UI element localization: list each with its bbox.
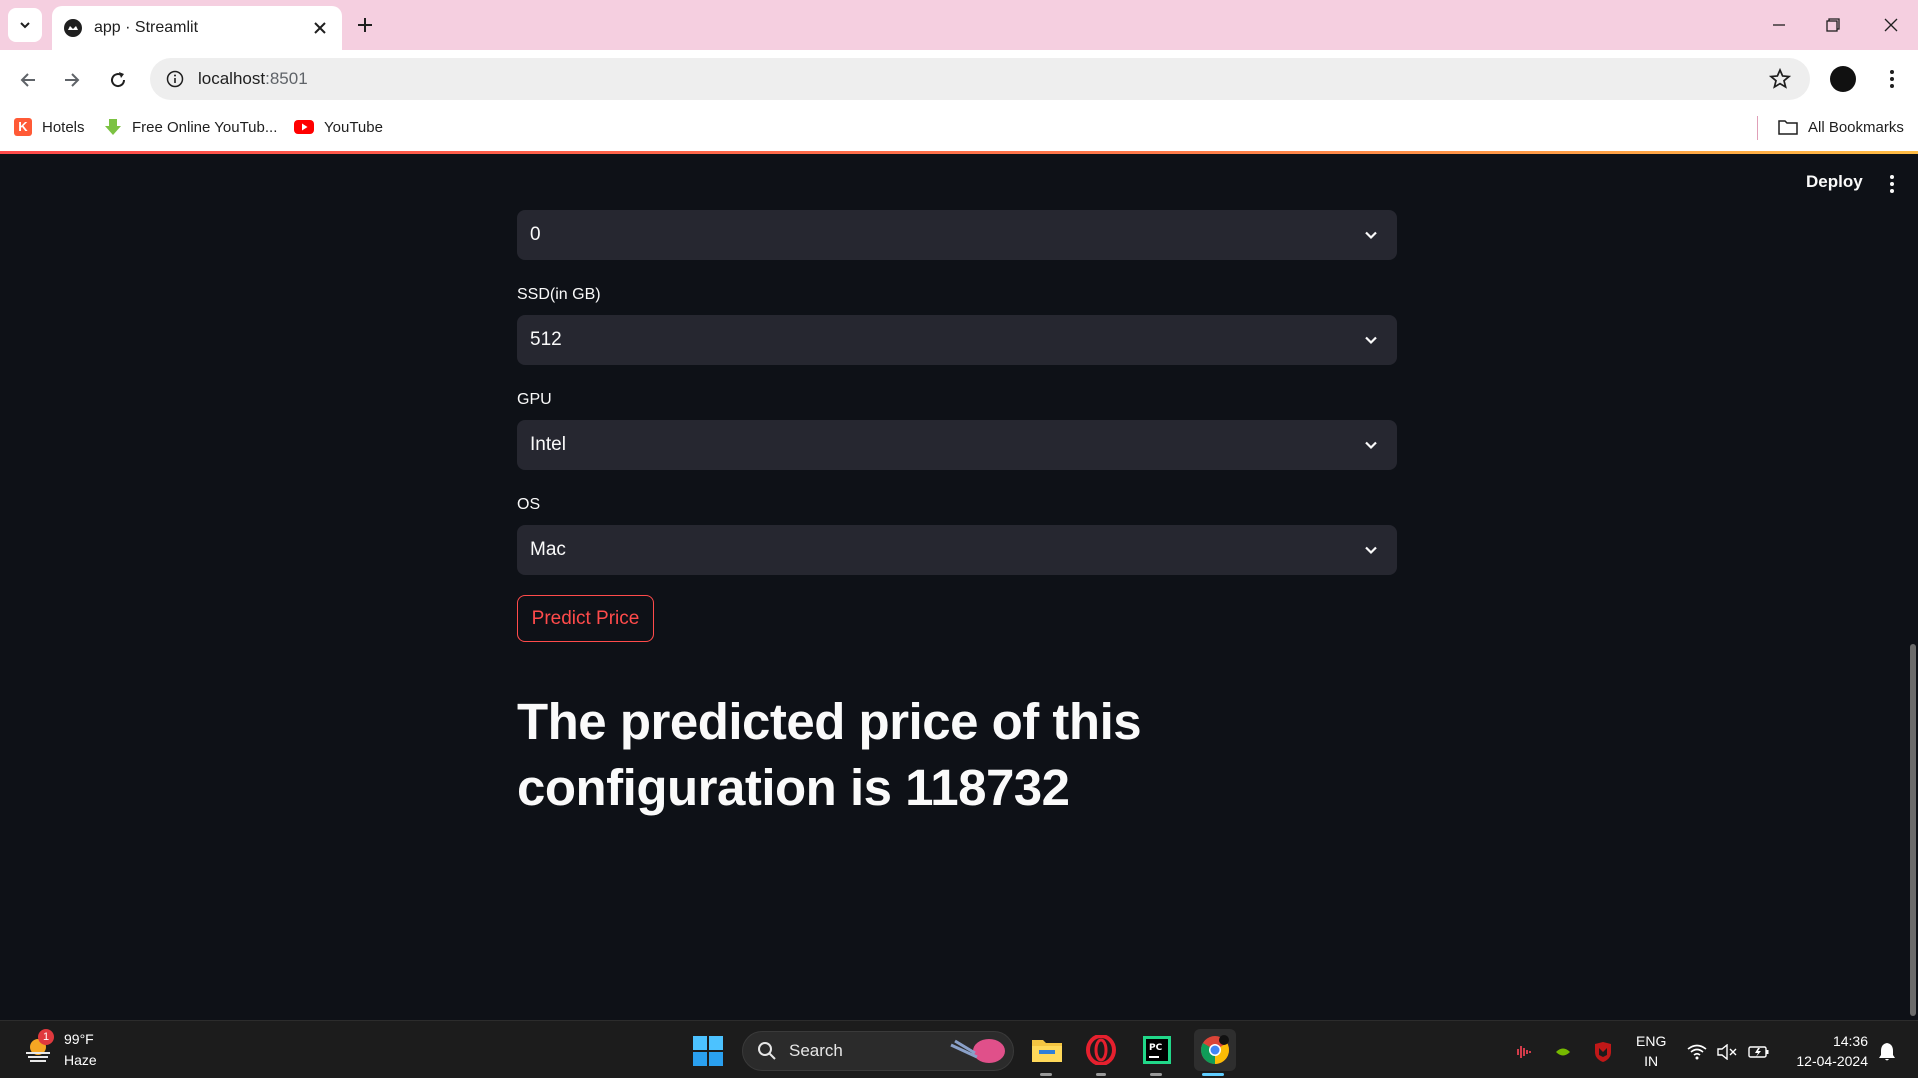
bookmarks-bar: K Hotels Free Online YouTub... YouTube A… <box>0 108 1918 151</box>
close-window-icon[interactable] <box>1878 12 1904 38</box>
back-icon[interactable] <box>14 66 42 94</box>
tab-search-button[interactable] <box>8 8 42 42</box>
tab-close-icon[interactable] <box>310 18 330 38</box>
download-icon <box>105 119 121 135</box>
windows-start-icon[interactable] <box>692 1035 724 1067</box>
tab-title: app · Streamlit <box>94 19 199 36</box>
select-value: Mac <box>530 539 566 560</box>
notification-bell-icon[interactable] <box>1876 1041 1898 1063</box>
chevron-down-icon <box>1359 538 1383 562</box>
select-value: Intel <box>530 434 566 455</box>
site-info-icon[interactable] <box>166 70 184 88</box>
url-port: :8501 <box>265 69 308 88</box>
search-icon <box>758 1042 776 1060</box>
chevron-down-icon <box>1359 223 1383 247</box>
app-menu-icon[interactable] <box>1882 170 1902 198</box>
minimize-icon[interactable] <box>1766 12 1792 38</box>
battery-charging-icon[interactable] <box>1748 1041 1770 1063</box>
bookmark-youtube[interactable]: YouTube <box>294 118 383 136</box>
bookmarks-separator <box>1757 116 1758 140</box>
language-code: ENG <box>1636 1033 1667 1049</box>
prediction-result-heading: The predicted price of this configuratio… <box>517 693 1142 816</box>
clock-time: 14:36 <box>1832 1033 1868 1049</box>
weather-notification-badge: 1 <box>38 1029 54 1045</box>
opera-icon[interactable] <box>1084 1033 1118 1067</box>
weather-description: Haze <box>64 1052 97 1068</box>
bookmark-star-icon[interactable] <box>1768 67 1792 91</box>
all-bookmarks-label: All Bookmarks <box>1808 118 1904 136</box>
windows-taskbar: 1 99°F Haze Search PC ENG IN 14:36 12-04… <box>0 1020 1918 1078</box>
address-bar[interactable]: localhost:8501 <box>150 58 1810 100</box>
volume-muted-icon[interactable] <box>1716 1041 1738 1063</box>
bookmark-hotels[interactable]: K Hotels <box>14 118 85 136</box>
chevron-down-icon <box>1359 328 1383 352</box>
language-indicator[interactable]: ENG IN <box>1636 1031 1666 1071</box>
os-select[interactable]: Mac <box>517 525 1397 575</box>
os-label: OS <box>517 496 541 513</box>
weather-temperature: 99°F <box>64 1031 94 1047</box>
bookmark-label: Free Online YouTub... <box>132 118 278 136</box>
youtube-icon <box>294 120 314 134</box>
new-tab-icon[interactable] <box>352 12 378 38</box>
clock-date: 12-04-2024 <box>1796 1053 1868 1069</box>
select-unlabeled[interactable]: 0 <box>517 210 1397 260</box>
chrome-icon[interactable] <box>1194 1029 1236 1071</box>
nvidia-tray-icon[interactable] <box>1552 1041 1574 1063</box>
deploy-button[interactable]: Deploy <box>1806 172 1863 192</box>
hotels-icon: K <box>14 118 32 136</box>
select-value: 512 <box>530 329 562 350</box>
folder-icon <box>1778 120 1798 135</box>
ssd-label: SSD(in GB) <box>517 286 601 303</box>
taskbar-clock[interactable]: 14:36 12-04-2024 <box>1786 1031 1868 1071</box>
audio-app-tray-icon[interactable] <box>1512 1041 1534 1063</box>
restore-icon[interactable] <box>1820 12 1846 38</box>
bookmark-label: Hotels <box>42 118 85 136</box>
page-scrollbar[interactable] <box>1910 644 1916 1016</box>
svg-text:PC: PC <box>1149 1043 1163 1053</box>
gpu-select[interactable]: Intel <box>517 420 1397 470</box>
predict-price-button[interactable]: Predict Price <box>517 595 654 642</box>
running-indicator <box>1040 1073 1052 1076</box>
mcafee-tray-icon[interactable] <box>1592 1041 1614 1063</box>
bookmark-free-online-youtube[interactable]: Free Online YouTub... <box>104 118 277 136</box>
region-code: IN <box>1644 1053 1659 1069</box>
running-indicator <box>1150 1073 1162 1076</box>
forward-icon[interactable] <box>58 66 86 94</box>
browser-tab-active[interactable]: app · Streamlit <box>52 6 342 50</box>
chevron-down-icon <box>1359 433 1383 457</box>
screen: app · Streamlit localhost:8501 K Hotels … <box>0 0 1918 1078</box>
file-explorer-icon[interactable] <box>1030 1033 1064 1067</box>
browser-menu-icon[interactable] <box>1880 64 1904 94</box>
url-text: localhost:8501 <box>198 69 308 89</box>
running-indicator <box>1096 1073 1106 1076</box>
gpu-label: GPU <box>517 391 552 408</box>
url-host: localhost <box>198 69 266 88</box>
chevron-down-icon <box>20 22 30 29</box>
search-label: Search <box>789 1041 843 1060</box>
select-value: 0 <box>530 224 541 245</box>
ssd-select[interactable]: 512 <box>517 315 1397 365</box>
bookmark-label: YouTube <box>324 118 383 136</box>
streamlit-favicon-icon <box>64 19 82 37</box>
profile-avatar[interactable] <box>1830 66 1856 92</box>
search-highlight-icon <box>950 1039 1005 1063</box>
browser-toolbar: localhost:8501 <box>0 50 1918 108</box>
active-indicator <box>1202 1073 1224 1076</box>
all-bookmarks[interactable]: All Bookmarks <box>1778 118 1904 136</box>
pycharm-icon[interactable]: PC <box>1140 1033 1174 1067</box>
taskbar-search[interactable]: Search <box>742 1031 1014 1071</box>
streamlit-app: Deploy 0 SSD(in GB) 512 GPU Intel OS Mac… <box>0 154 1918 1020</box>
reload-icon[interactable] <box>104 66 132 94</box>
browser-tab-strip: app · Streamlit <box>0 0 1918 50</box>
wifi-icon[interactable] <box>1686 1041 1708 1063</box>
